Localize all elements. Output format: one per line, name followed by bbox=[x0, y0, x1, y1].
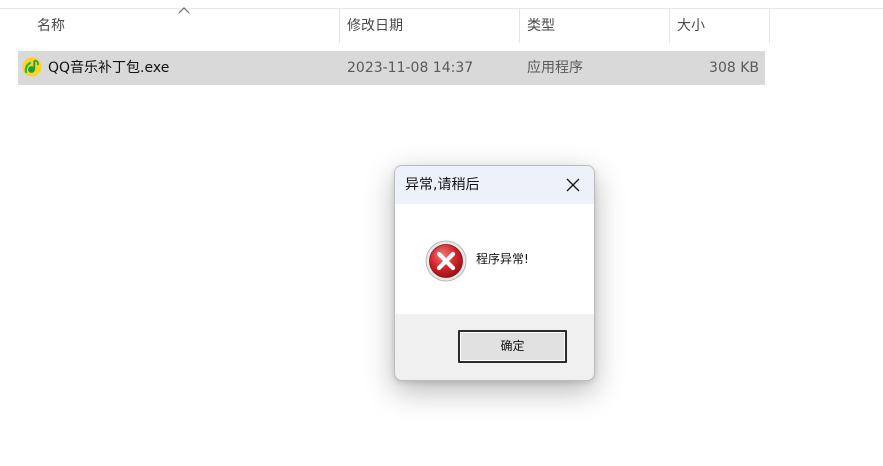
ok-button[interactable]: 确定 bbox=[458, 330, 567, 363]
file-row[interactable]: QQ音乐补丁包.exe 2023-11-08 14:37 应用程序 308 KB bbox=[18, 51, 765, 85]
column-divider[interactable] bbox=[339, 9, 340, 43]
file-name: QQ音乐补丁包.exe bbox=[48, 60, 170, 76]
column-header-size[interactable]: 大小 bbox=[677, 9, 767, 43]
column-header-size-label: 大小 bbox=[677, 18, 705, 34]
file-type: 应用程序 bbox=[527, 60, 583, 76]
column-header-modified-label: 修改日期 bbox=[347, 18, 403, 34]
dialog-title: 异常,请稍后 bbox=[405, 177, 480, 193]
dialog-message: 程序异常! bbox=[476, 252, 529, 266]
dialog-body: 程序异常! bbox=[395, 204, 594, 314]
column-divider[interactable] bbox=[519, 9, 520, 43]
qq-music-icon bbox=[22, 57, 42, 77]
close-icon[interactable] bbox=[558, 171, 588, 199]
error-dialog: 异常,请稍后 程序异常! 确定 bbox=[394, 165, 595, 381]
column-header-name-label: 名称 bbox=[37, 18, 65, 34]
column-header-modified[interactable]: 修改日期 bbox=[347, 9, 517, 43]
column-divider[interactable] bbox=[769, 9, 770, 43]
file-modified: 2023-11-08 14:37 bbox=[347, 60, 474, 76]
file-size: 308 KB bbox=[709, 60, 759, 76]
dialog-title-bar[interactable]: 异常,请稍后 bbox=[395, 166, 594, 204]
error-icon bbox=[425, 240, 467, 282]
column-header-type-label: 类型 bbox=[527, 18, 555, 34]
column-divider[interactable] bbox=[669, 9, 670, 43]
column-header-name[interactable]: 名称 bbox=[37, 9, 337, 43]
column-header-type[interactable]: 类型 bbox=[527, 9, 667, 43]
